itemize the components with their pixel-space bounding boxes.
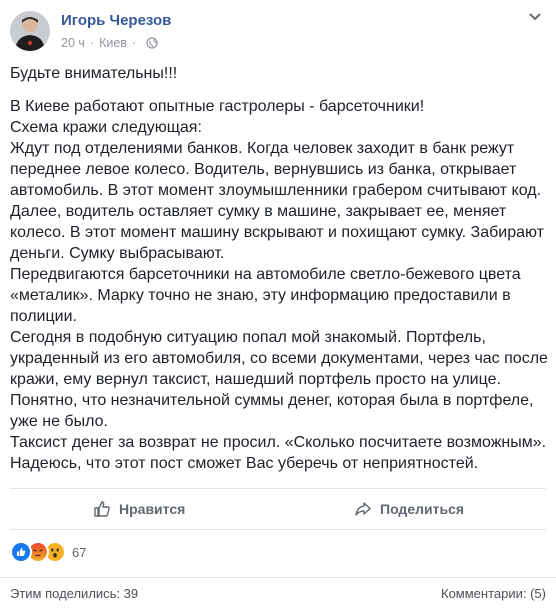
post-time[interactable]: 20 ч <box>61 36 85 50</box>
share-button[interactable]: Поделиться <box>354 489 464 529</box>
meta-separator: · <box>131 36 137 50</box>
author-name[interactable]: Игорь Черезов <box>61 12 171 29</box>
thumbs-up-icon <box>94 501 110 517</box>
post-paragraph: В Киеве работают опытные гастролеры - ба… <box>10 98 425 115</box>
like-reaction-icon <box>10 541 32 563</box>
post-location[interactable]: Киев <box>99 36 127 50</box>
divider <box>0 577 556 578</box>
chevron-down-icon[interactable] <box>528 10 542 22</box>
avatar[interactable] <box>10 11 50 51</box>
post-paragraph: Будьте внимательны!!! <box>10 65 178 82</box>
share-icon <box>355 502 371 516</box>
post-text: Будьте внимательны!!! В Киеве работают о… <box>10 63 550 474</box>
reaction-count: 67 <box>72 544 87 560</box>
share-label: Поделиться <box>380 501 465 517</box>
facebook-post: Игорь Черезов 20 ч · Киев · Будьте внима… <box>0 0 556 615</box>
post-paragraph: Ждут под отделениями банков. Когда челов… <box>10 140 544 262</box>
shares-count-link[interactable]: Этим поделились: 39 <box>10 586 138 601</box>
reactions-summary[interactable]: 67 <box>10 541 87 563</box>
post-paragraph: Схема кражи следующая: <box>10 119 202 136</box>
like-label: Нравится <box>119 501 186 517</box>
globe-icon <box>146 37 158 49</box>
post-meta: 20 ч · Киев · <box>61 36 158 50</box>
like-button[interactable]: Нравится <box>93 489 185 529</box>
comments-count-link[interactable]: Комментарии: (5) <box>441 586 546 601</box>
post-paragraph: Сегодня в подобную ситуацию попал мой зн… <box>10 329 548 430</box>
post-paragraph: Таксист денег за возврат не просил. «Ско… <box>10 434 547 472</box>
meta-separator: · <box>89 36 95 50</box>
post-paragraph: Передвигаются барсеточники на автомобиле… <box>10 266 521 325</box>
action-bar: Нравится Поделиться <box>10 488 546 530</box>
